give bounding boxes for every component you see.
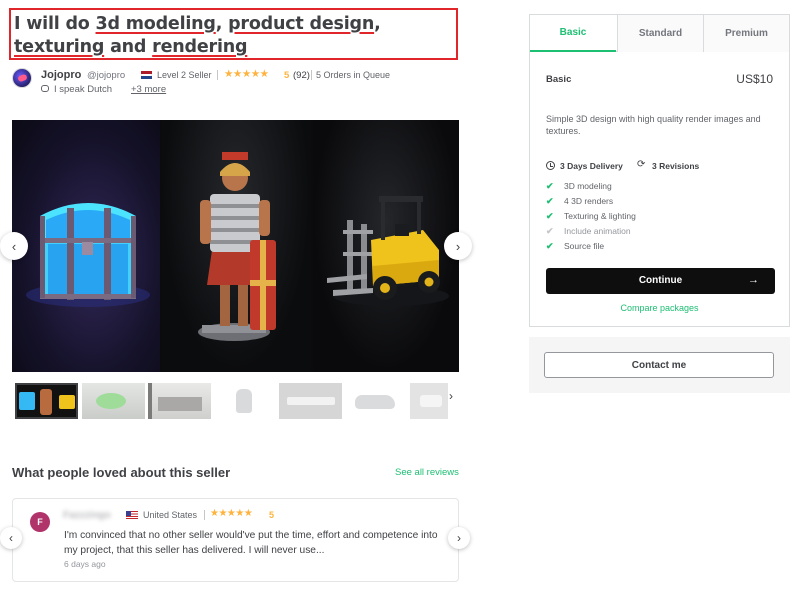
rating-score: 5	[284, 70, 290, 81]
seller-avatar[interactable]	[12, 68, 32, 88]
thumbnail-item[interactable]	[410, 383, 448, 419]
feature-item: ✔ 3D modeling	[546, 180, 776, 195]
check-icon: ✔	[546, 241, 554, 251]
title-text: and	[104, 37, 153, 57]
seller-name-link[interactable]: Jojopro	[41, 69, 81, 81]
gig-title-box: I will do 3d modeling, product design, t…	[9, 8, 458, 60]
feature-label: Source file	[564, 241, 605, 251]
reviewer-name: Fazzzingo	[63, 510, 111, 521]
review-next-button[interactable]: ›	[448, 527, 470, 549]
roman-soldier-figure-render	[162, 120, 311, 372]
tab-premium[interactable]: Premium	[703, 15, 789, 52]
gig-gallery-main-image[interactable]	[12, 120, 459, 372]
netherlands-flag-icon	[141, 71, 152, 79]
rating-count-link[interactable]: (92)	[293, 70, 310, 81]
seller-level: Level 2 Seller	[157, 70, 212, 80]
thumbnail-next-icon[interactable]: ›	[449, 389, 453, 403]
check-icon: ✔	[546, 181, 554, 191]
revisions-count: 3 Revisions	[652, 161, 700, 171]
seller-language: I speak Dutch	[54, 84, 113, 95]
speech-bubble-icon	[41, 85, 49, 92]
review-text: I'm convinced that no other seller would…	[64, 530, 438, 556]
thumbnail-item[interactable]	[214, 383, 277, 419]
title-keyword: product design	[228, 14, 375, 34]
rating-stars-icon: ★★★★★	[224, 68, 269, 80]
feature-label: Include animation	[564, 226, 631, 236]
title-keyword: texturing	[14, 37, 105, 57]
feature-item: ✔ Source file	[546, 240, 776, 255]
reviews-section-title: What people loved about this seller	[12, 465, 231, 480]
check-icon: ✔	[546, 211, 554, 221]
feature-item: ✔ Include animation	[546, 225, 776, 240]
chevron-right-icon: ›	[455, 238, 461, 254]
gallery-thumbnail-strip: ›	[12, 380, 462, 422]
package-name: Basic	[546, 74, 572, 85]
thumbnail-item[interactable]	[279, 383, 342, 419]
arrow-right-icon: →	[748, 274, 759, 286]
compare-packages-link[interactable]: Compare packages	[530, 303, 789, 313]
gallery-next-button[interactable]: ›	[444, 232, 472, 260]
package-tabs: Basic Standard Premium	[530, 15, 789, 52]
feature-item: ✔ Texturing & lighting	[546, 210, 776, 225]
thumbnail-item[interactable]	[148, 383, 211, 419]
avatar-logo-icon	[17, 73, 28, 83]
review-score: 5	[269, 510, 275, 520]
package-price: US$10	[736, 72, 773, 86]
review-card: F Fazzzingo United States ★★★★★ 5 I'm co…	[12, 498, 459, 582]
forklift-render	[313, 120, 459, 372]
feature-label: Texturing & lighting	[564, 211, 636, 221]
thumbnail-item[interactable]	[345, 383, 408, 419]
gallery-prev-button[interactable]: ‹	[0, 232, 28, 260]
title-text: ,	[374, 14, 381, 34]
title-keyword: 3d modeling	[95, 14, 216, 34]
divider	[311, 70, 312, 80]
divider	[204, 510, 205, 520]
contact-section: Contact me	[529, 337, 790, 393]
thumbnail-item[interactable]	[82, 383, 145, 419]
chevron-left-icon: ‹	[11, 238, 17, 254]
check-icon: ✔	[546, 196, 554, 206]
seller-handle: @jojopro	[87, 70, 126, 81]
title-keyword: rendering	[152, 37, 248, 57]
reviewer-country: United States	[143, 510, 198, 520]
thumbnail-item[interactable]	[15, 383, 78, 419]
feature-label: 4 3D renders	[564, 196, 614, 206]
treasure-chest-render	[12, 120, 160, 372]
tab-standard[interactable]: Standard	[617, 15, 703, 52]
package-description: Simple 3D design with high quality rende…	[546, 114, 761, 136]
chevron-left-icon: ‹	[9, 531, 13, 545]
delivery-time: 3 Days Delivery	[560, 161, 623, 171]
chevron-right-icon: ›	[457, 531, 461, 545]
clock-icon	[546, 161, 555, 170]
gig-title: I will do 3d modeling, product design, t…	[14, 13, 454, 59]
us-flag-icon	[126, 511, 138, 519]
reviewer-avatar: F	[30, 512, 50, 532]
package-panel: Basic Standard Premium Basic US$10 Simpl…	[529, 14, 790, 327]
see-all-reviews-link[interactable]: See all reviews	[395, 467, 459, 478]
review-date: 6 days ago	[64, 559, 106, 569]
title-text: I will do	[14, 14, 96, 34]
title-text: ,	[215, 14, 229, 34]
feature-label: 3D modeling	[564, 181, 612, 191]
orders-in-queue: 5 Orders in Queue	[316, 70, 391, 80]
tab-basic[interactable]: Basic	[530, 15, 616, 52]
contact-me-button[interactable]: Contact me	[544, 352, 774, 378]
feature-item: ✔ 4 3D renders	[546, 195, 776, 210]
continue-label: Continue	[638, 275, 683, 286]
more-languages-link[interactable]: +3 more	[131, 84, 166, 95]
review-stars-icon: ★★★★★	[210, 508, 253, 519]
refresh-icon: ⟳	[637, 159, 646, 170]
divider	[217, 70, 218, 80]
seller-overview: Jojopro @jojopro Level 2 Seller ★★★★★ 5 …	[12, 66, 462, 100]
review-prev-button[interactable]: ‹	[0, 527, 22, 549]
check-icon: ✔	[546, 226, 554, 236]
feature-list: ✔ 3D modeling ✔ 4 3D renders ✔ Texturing…	[546, 180, 776, 255]
continue-button[interactable]: Continue →	[546, 268, 775, 294]
